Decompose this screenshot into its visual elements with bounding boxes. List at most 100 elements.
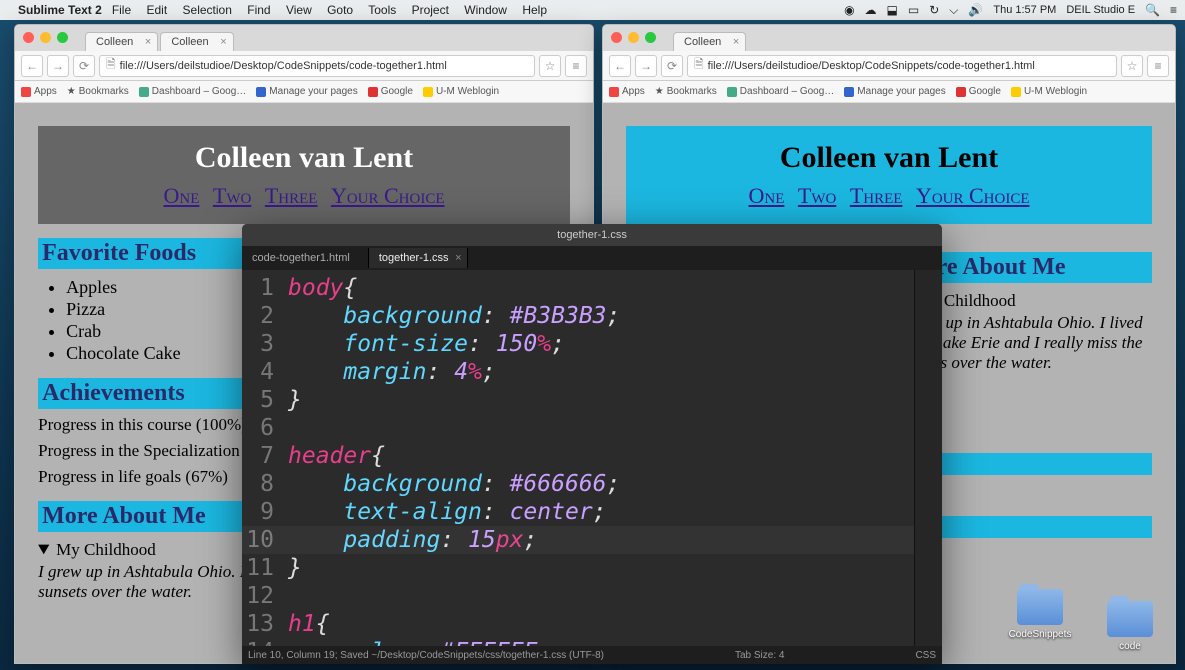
menu-selection[interactable]: Selection <box>183 3 232 17</box>
dropbox-icon[interactable]: ⬓ <box>887 3 898 17</box>
nav-link[interactable]: Two <box>213 183 251 208</box>
tab-title: Colleen <box>96 36 133 48</box>
tab-close-icon[interactable]: × <box>145 36 151 48</box>
browser-toolbar: ← → ⟳ 🗎 file:///Users/deilstudioe/Desktop… <box>15 51 593 81</box>
code-content[interactable]: body{ background: #B3B3B3; font-size: 15… <box>282 270 942 646</box>
line-gutter: 123456789101112131415 <box>242 270 282 646</box>
close-icon[interactable] <box>611 32 622 43</box>
menu-file[interactable]: File <box>112 3 131 17</box>
bookmarks-bar: Apps ★ Bookmarks Dashboard – Goog… Manag… <box>15 81 593 103</box>
page-title: Colleen van Lent <box>53 141 555 175</box>
tabstrip: Colleen × <box>603 25 1175 51</box>
cloud-icon[interactable]: ☁ <box>865 3 877 17</box>
menu-view[interactable]: View <box>286 3 312 17</box>
menu-tools[interactable]: Tools <box>368 3 396 17</box>
tab-title: Colleen <box>684 36 721 48</box>
reload-button[interactable]: ⟳ <box>661 55 683 77</box>
menu-button[interactable]: ≡ <box>1147 55 1169 77</box>
editor-title: together-1.css <box>557 229 627 241</box>
nav-link[interactable]: Two <box>798 183 836 208</box>
nav-link[interactable]: Your Choice <box>916 183 1030 208</box>
menu-extra-icon[interactable]: ≡ <box>1170 3 1177 17</box>
menubar-time[interactable]: Thu 1:57 PM <box>993 4 1056 16</box>
bookmark-item[interactable]: Dashboard – Goog… <box>727 86 835 97</box>
star-button[interactable]: ☆ <box>539 55 561 77</box>
nav-link[interactable]: Three <box>850 183 903 208</box>
bookmark-item[interactable]: U-M Weblogin <box>423 86 499 97</box>
page-title: Colleen van Lent <box>641 141 1137 175</box>
reload-button[interactable]: ⟳ <box>73 55 95 77</box>
status-syntax[interactable]: CSS <box>915 650 936 661</box>
bookmark-item[interactable]: ★ Bookmarks <box>655 86 717 97</box>
minimap[interactable] <box>914 270 942 646</box>
bookmark-item[interactable]: Google <box>368 86 413 97</box>
sublime-window: together-1.css code-together1.html toget… <box>242 224 942 664</box>
nav-link[interactable]: One <box>749 183 785 208</box>
back-button[interactable]: ← <box>609 55 631 77</box>
display-icon[interactable]: ▭ <box>908 3 919 17</box>
screenrec-icon[interactable]: ◉ <box>844 3 854 17</box>
menu-project[interactable]: Project <box>412 3 449 17</box>
tab-close-icon[interactable]: × <box>455 252 461 264</box>
zoom-icon[interactable] <box>57 32 68 43</box>
editor-tab-active[interactable]: together-1.css × <box>369 248 468 268</box>
status-tabsize[interactable]: Tab Size: 4 <box>735 650 784 661</box>
tab-close-icon[interactable]: × <box>733 36 739 48</box>
minimize-icon[interactable] <box>40 32 51 43</box>
editor-code-area[interactable]: 123456789101112131415 body{ background: … <box>242 270 942 646</box>
back-button[interactable]: ← <box>21 55 43 77</box>
spotlight-icon[interactable]: 🔍 <box>1145 3 1160 17</box>
menu-edit[interactable]: Edit <box>147 3 168 17</box>
folder-label: CodeSnippets <box>1005 629 1075 640</box>
address-bar[interactable]: 🗎 file:///Users/deilstudioe/Desktop/CodeS… <box>99 55 535 77</box>
minimize-icon[interactable] <box>628 32 639 43</box>
bookmark-apps[interactable]: Apps <box>21 86 57 97</box>
menu-window[interactable]: Window <box>464 3 507 17</box>
timemachine-icon[interactable]: ↻ <box>929 3 939 17</box>
bookmark-item[interactable]: U-M Weblogin <box>1011 86 1087 97</box>
tabstrip: Colleen× Colleen× <box>15 25 593 51</box>
star-button[interactable]: ☆ <box>1121 55 1143 77</box>
bookmark-item[interactable]: Manage your pages <box>256 86 357 97</box>
address-bar[interactable]: 🗎 file:///Users/deilstudioe/Desktop/CodeS… <box>687 55 1117 77</box>
page-header: Colleen van Lent One Two Three Your Choi… <box>38 126 570 224</box>
editor-tab[interactable]: code-together1.html <box>242 248 369 268</box>
bookmark-item[interactable]: ★ Bookmarks <box>67 86 129 97</box>
nav-link[interactable]: Your Choice <box>331 183 445 208</box>
close-icon[interactable] <box>23 32 34 43</box>
menubar-user[interactable]: DEIL Studio E <box>1066 4 1135 16</box>
volume-icon[interactable]: 🔊 <box>968 3 983 17</box>
browser-tab[interactable]: Colleen × <box>85 32 158 51</box>
menu-button[interactable]: ≡ <box>565 55 587 77</box>
url: file:///Users/deilstudioe/Desktop/CodeSn… <box>708 60 1035 72</box>
editor-statusbar: Line 10, Column 19; Saved ~/Desktop/Code… <box>242 646 942 664</box>
menubar-right: ◉ ☁ ⬓ ▭ ↻ ⌵ 🔊 Thu 1:57 PM DEIL Studio E … <box>844 3 1177 18</box>
page-icon: 🗎 <box>694 55 704 76</box>
browser-tab[interactable]: Colleen× <box>160 32 233 51</box>
bookmark-item[interactable]: Manage your pages <box>844 86 945 97</box>
desktop-folder[interactable]: CodeSnippets <box>1005 589 1075 640</box>
browser-tab[interactable]: Colleen × <box>673 32 746 51</box>
url: file:///Users/deilstudioe/Desktop/CodeSn… <box>120 60 447 72</box>
app-name[interactable]: Sublime Text 2 <box>18 3 102 17</box>
desktop-folder[interactable]: code <box>1095 601 1165 652</box>
page-header: Colleen van Lent One Two Three Your Choi… <box>626 126 1152 224</box>
browser-toolbar: ← → ⟳ 🗎 file:///Users/deilstudioe/Desktop… <box>603 51 1175 81</box>
bookmark-item[interactable]: Dashboard – Goog… <box>139 86 247 97</box>
menu-find[interactable]: Find <box>247 3 270 17</box>
forward-button[interactable]: → <box>635 55 657 77</box>
menu-goto[interactable]: Goto <box>327 3 353 17</box>
bookmarks-bar: Apps ★ Bookmarks Dashboard – Goog… Manag… <box>603 81 1175 103</box>
bookmark-item[interactable]: Google <box>956 86 1001 97</box>
menu-help[interactable]: Help <box>522 3 547 17</box>
zoom-icon[interactable] <box>645 32 656 43</box>
nav-link[interactable]: One <box>164 183 200 208</box>
editor-tabs: code-together1.html together-1.css × <box>242 246 942 270</box>
tab-close-icon[interactable]: × <box>220 36 226 48</box>
bookmark-apps[interactable]: Apps <box>609 86 645 97</box>
page-icon: 🗎 <box>106 55 116 76</box>
nav-link[interactable]: Three <box>265 183 318 208</box>
page-nav: One Two Three Your Choice <box>641 183 1137 209</box>
wifi-icon[interactable]: ⌵ <box>949 3 958 18</box>
forward-button[interactable]: → <box>47 55 69 77</box>
